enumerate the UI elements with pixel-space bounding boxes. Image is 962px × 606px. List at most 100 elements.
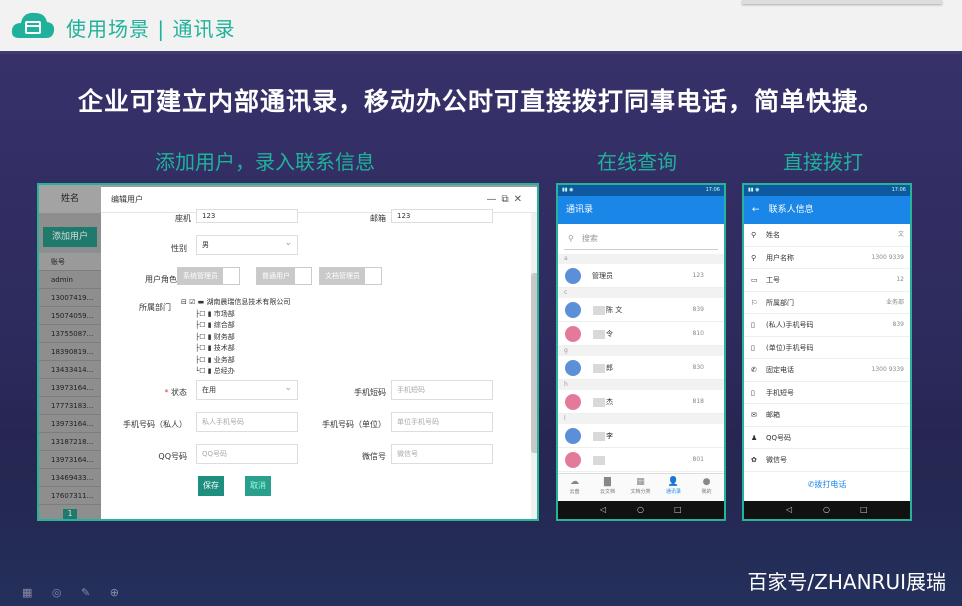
row-icon: ⚲ [751,253,757,262]
email-field[interactable]: 123 [391,209,493,223]
scrollbar[interactable] [531,213,537,519]
avatar [565,360,581,376]
caption-dial: 直接拨打 [783,150,863,174]
page-button[interactable]: 1 [63,509,77,519]
dept-item[interactable]: ├☐ ▮ 市场部 [181,309,290,321]
contact-extension: 123 [692,272,704,279]
tab-2[interactable]: ▦ 文档分类 [624,476,657,495]
dept-item[interactable]: ├☐ ▮ 业务部 [181,355,290,367]
role-toggle-docadmin[interactable]: 文档管理员 [319,267,382,285]
status-select[interactable]: 在用 [196,379,298,400]
admin-screenshot: 姓名 添加用户 账号 admin 13007419... 15074059... 13… [37,183,539,521]
tab-1[interactable]: ▇ 云文档 [591,476,624,495]
info-row[interactable]: ⚲ 用户名称 1300 9339 [744,247,910,269]
gender-select[interactable]: 男 [196,234,298,255]
role-toggle-admin[interactable]: 系统管理员 [177,267,240,285]
short-code-field[interactable]: 手机短码 [391,380,493,400]
row-icon: ▯ [751,388,755,397]
bottom-toolbar-icons: ▦ ◎ ✎ ⊕ [22,586,127,599]
section-header: g [558,346,724,356]
info-row[interactable]: ✉ 邮箱 [744,404,910,427]
contact-extension: 830 [692,364,704,371]
section-header: h [558,380,724,390]
save-button[interactable]: 保存 [198,476,224,496]
row-label: 固定电话 [766,366,794,374]
row-label: QQ号码 [766,433,792,442]
row-icon: ▯ [751,343,755,352]
tab-0[interactable]: ☁ 云盘 [558,476,591,495]
contact-extension: 810 [692,330,704,337]
minimize-icon[interactable]: — [486,194,501,205]
recent-icon[interactable]: □ [860,501,868,519]
table-row[interactable]: 17773183... [39,397,101,415]
phone-field[interactable]: 123 [196,209,298,223]
status-bar: ▮▮ ◉ 17:06 [744,185,910,196]
table-row[interactable]: 13973164... [39,379,101,397]
back-icon[interactable]: ◁ [600,501,606,519]
qq-field[interactable]: QQ号码 [196,444,298,464]
private-mobile-field[interactable]: 私人手机号码 [196,412,298,432]
table-row[interactable]: 13973164... [39,451,101,469]
row-label: 姓名 [766,231,780,239]
info-row[interactable]: ▯ 手机短号 [744,382,910,404]
dept-root[interactable]: ⊟ ☑ ▬ 湖南晨瑞信息技术有限公司 [181,297,290,309]
row-value: 文 [897,231,904,238]
dept-item[interactable]: └☐ ▮ 总经办 [181,366,290,378]
search-input[interactable]: ⚲ 搜索 [564,228,718,250]
call-button[interactable]: ✆拨打电话 [744,472,910,498]
avatar [565,394,581,410]
contact-row[interactable]: 801 [558,448,724,472]
contact-row[interactable]: 郎 830 [558,356,724,380]
close-icon[interactable]: ✕ [514,194,527,205]
tab-icon: ☁ [570,477,579,487]
table-row[interactable]: 13187218... [39,433,101,451]
back-arrow-icon[interactable]: ← [752,205,760,215]
contact-row[interactable]: 陈 文 839 [558,298,724,322]
row-value: 1300 9339 [871,253,904,261]
row-label: 手机短号 [766,388,794,397]
wechat-field[interactable]: 微信号 [391,444,493,464]
table-row[interactable]: 13007419... [39,289,101,307]
contact-extension: 818 [692,398,704,405]
back-icon[interactable]: ◁ [786,501,792,519]
add-user-button[interactable]: 添加用户 [43,227,97,247]
unit-mobile-field[interactable]: 单位手机号码 [391,412,493,432]
row-value: 1300 9339 [871,366,904,373]
info-row[interactable]: ✿ 微信号 [744,449,910,472]
table-row[interactable]: 13973164... [39,415,101,433]
tab-3[interactable]: 👤 通讯录 [657,476,690,495]
info-row[interactable]: ⚐ 所属部门 业务部 [744,292,910,314]
dept-item[interactable]: ├☐ ▮ 技术部 [181,343,290,355]
role-toggle-user[interactable]: 普通用户 [256,267,312,285]
table-row[interactable]: 17607311... [39,487,101,505]
row-icon: ✉ [751,411,757,419]
cancel-button[interactable]: 取消 [245,476,271,496]
tab-4[interactable]: ● 我的 [690,476,723,495]
row-label: 邮箱 [766,411,780,419]
home-icon[interactable]: ○ [637,501,644,519]
maximize-icon[interactable]: ⧉ [501,194,513,205]
info-row[interactable]: ▯ (单位)手机号码 [744,337,910,359]
recent-icon[interactable]: □ [674,501,682,519]
table-row[interactable]: 13755087... [39,325,101,343]
home-icon[interactable]: ○ [823,501,830,519]
contact-row[interactable]: 杰 818 [558,390,724,414]
contact-row[interactable]: 管理员 123 [558,264,724,288]
table-row[interactable]: 13433414... [39,361,101,379]
table-row[interactable]: admin [39,271,101,289]
contact-row[interactable]: 李 [558,424,724,448]
info-row[interactable]: ♟ QQ号码 [744,427,910,449]
dept-item[interactable]: ├☐ ▮ 财务部 [181,332,290,344]
contact-extension: 801 [692,456,704,463]
info-row[interactable]: ▭ 工号 12 [744,269,910,292]
table-row[interactable]: 13469433... [39,469,101,487]
table-row[interactable]: 18390819... [39,343,101,361]
headline: 企业可建立内部通讯录，移动办公时可直接拨打同事电话，简单快捷。 [77,87,884,116]
table-row[interactable]: 15074059... [39,307,101,325]
dept-item[interactable]: ├☐ ▮ 综合部 [181,320,290,332]
info-row[interactable]: ▯ (私人)手机号码 839 [744,314,910,337]
contact-row[interactable]: 令 810 [558,322,724,346]
info-row[interactable]: ⚲ 姓名 文 [744,224,910,247]
qq-label: QQ号码 [158,452,187,461]
info-row[interactable]: ✆ 固定电话 1300 9339 [744,359,910,382]
